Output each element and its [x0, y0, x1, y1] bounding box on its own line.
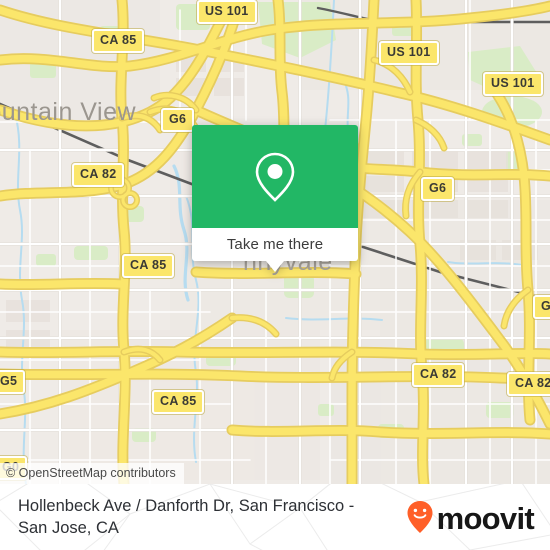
moovit-wordmark: moovit — [436, 500, 535, 536]
location-title: Hollenbeck Ave / Danforth Dr, San Franci… — [18, 496, 355, 537]
take-me-there-label: Take me there — [226, 236, 324, 253]
highway-shield-ca-82: CA 82 — [507, 372, 550, 396]
highway-shield-ca-85: CA 85 — [92, 29, 145, 53]
take-me-there-button[interactable]: Take me there — [192, 228, 358, 261]
moovit-brand[interactable]: moovit — [406, 500, 535, 536]
highway-shield-ca-82: CA 82 — [412, 363, 465, 387]
highway-shield-g2: G2 — [533, 295, 550, 319]
popup-icon-area — [192, 125, 358, 228]
highway-shield-ca-82: CA 82 — [72, 163, 125, 187]
highway-shield-ca-85: CA 85 — [122, 254, 175, 278]
footer-content: Hollenbeck Ave / Danforth Dr, San Franci… — [0, 484, 550, 550]
highway-shield-us-101: US 101 — [197, 0, 257, 24]
highway-shield-g6: G6 — [161, 108, 195, 132]
map-canvas[interactable]: .rd { stroke:#fbe66b; stroke-linecap:rou… — [0, 0, 550, 484]
moovit-map-screenshot: .rd { stroke:#fbe66b; stroke-linecap:rou… — [0, 0, 550, 550]
osm-attribution[interactable]: © OpenStreetMap contributors — [0, 463, 184, 484]
highway-shield-g6: G6 — [421, 177, 455, 201]
footer-bar: Hollenbeck Ave / Danforth Dr, San Franci… — [0, 484, 550, 550]
highway-shield-us-101: US 101 — [483, 72, 543, 96]
highway-shield-us-101: US 101 — [379, 41, 439, 65]
highway-shield-g5: G5 — [0, 370, 26, 394]
location-popup-card[interactable]: Take me there — [192, 125, 358, 272]
highway-shield-ca-85: CA 85 — [152, 390, 205, 414]
map-pin-icon — [255, 152, 295, 202]
popup-pointer — [266, 261, 284, 272]
moovit-smiley-pin-icon — [407, 501, 433, 533]
